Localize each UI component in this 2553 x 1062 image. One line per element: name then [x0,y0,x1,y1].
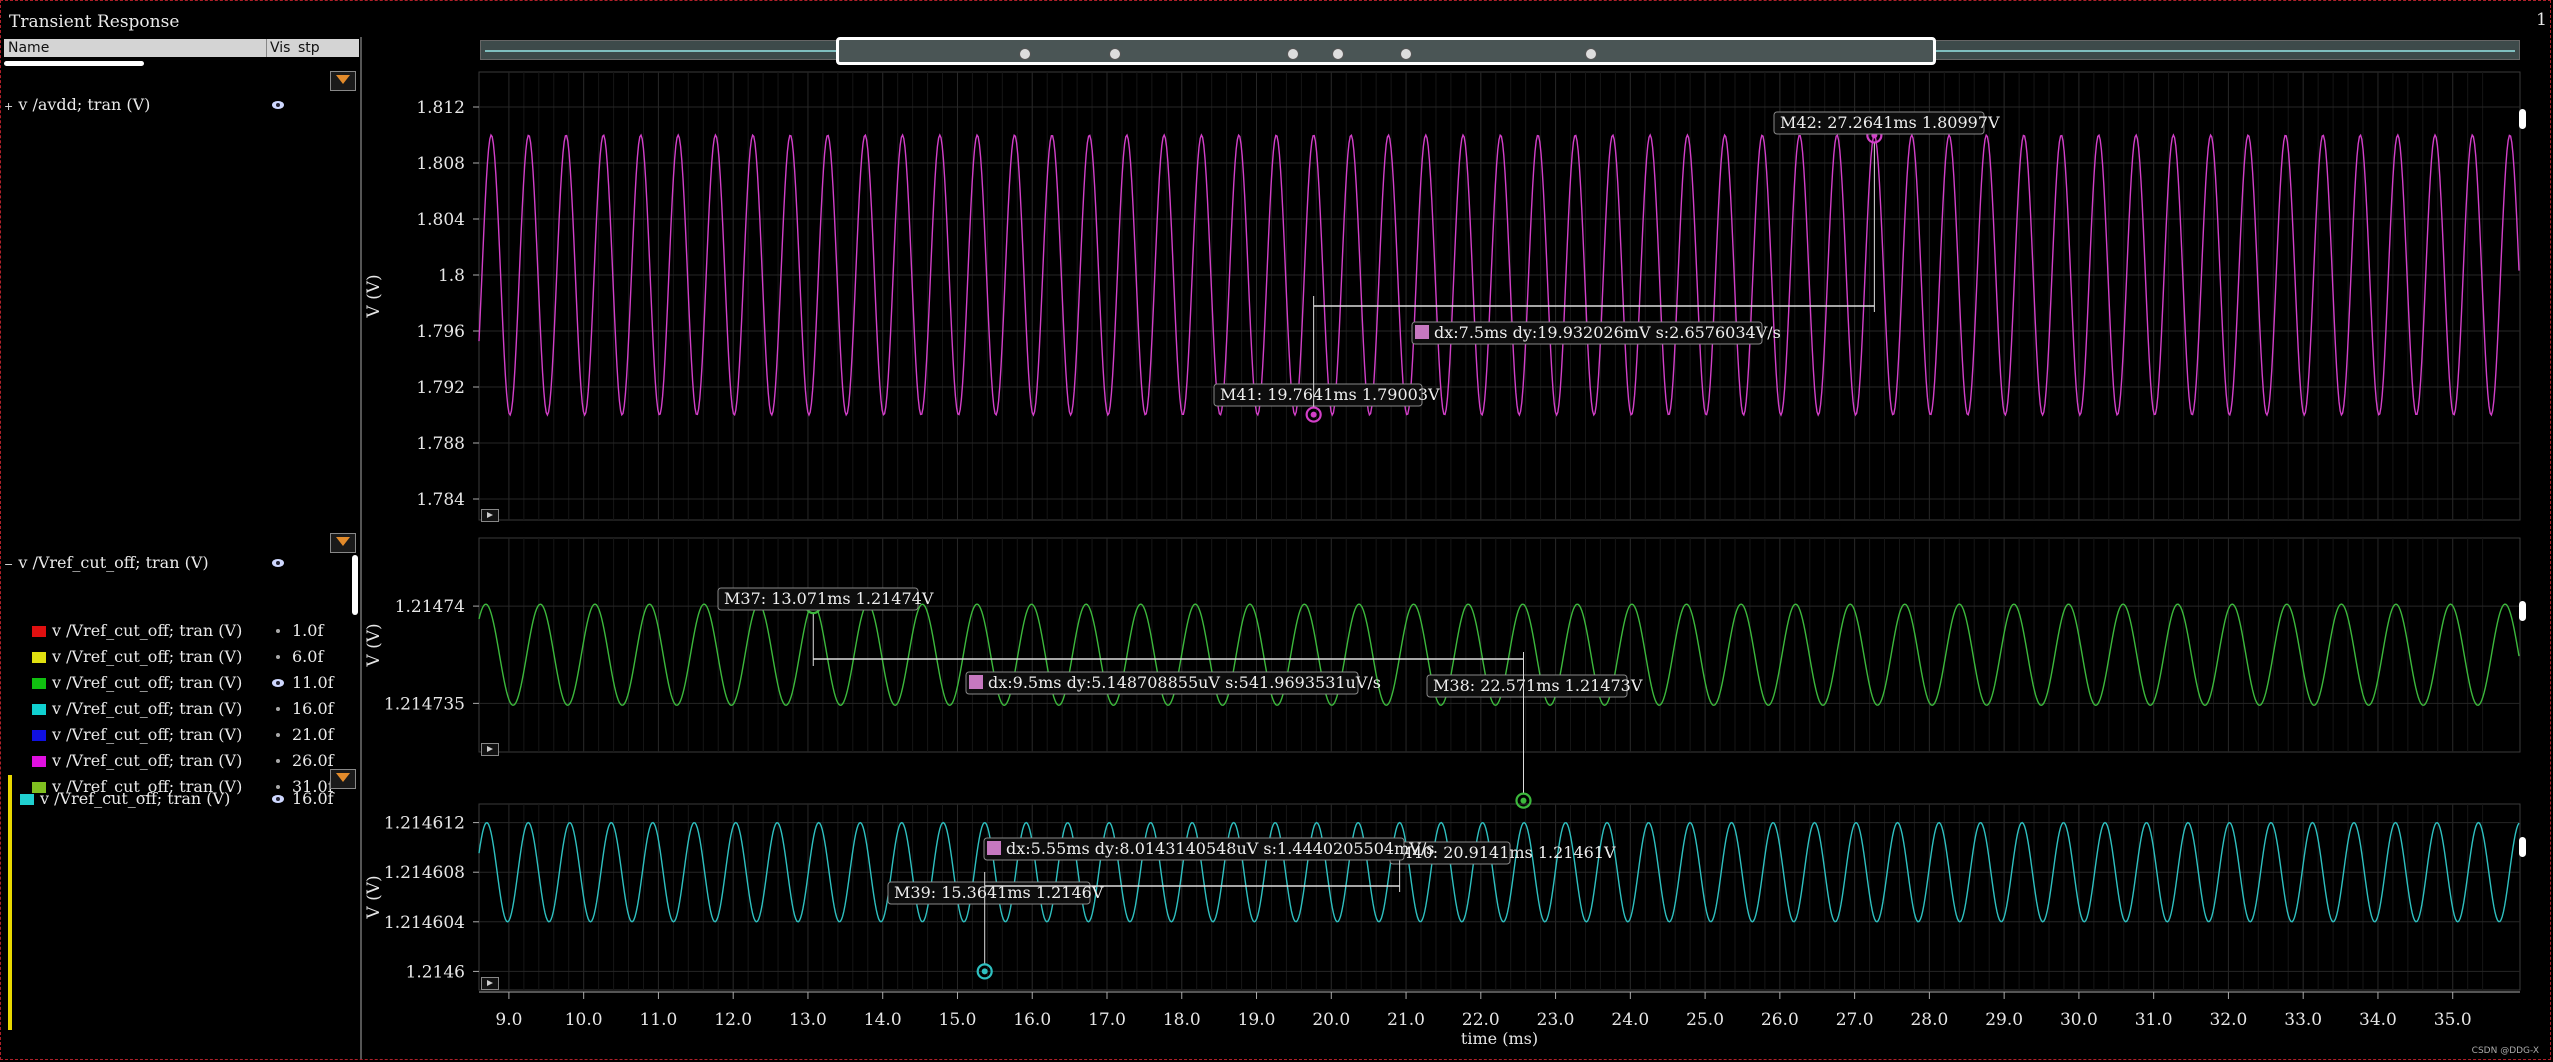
x-tick-label: 30.0 [2060,1010,2098,1030]
x-axis-label: time (ms) [1461,1029,1538,1048]
label-text: dx:9.5ms dy:5.148708855uV s:541.9693531u… [988,673,1381,692]
x-tick-label: 14.0 [864,1010,902,1030]
strip-play-icon[interactable] [481,509,499,522]
x-tick-label: 20.0 [1312,1010,1350,1030]
x-tick-label: 13.0 [789,1010,827,1030]
delta-annotation: dx:5.55ms dy:8.0143140548uV s:1.44402055… [983,837,1434,861]
y-tick-label: 1.788 [416,434,465,454]
label-text: M37: 13.071ms 1.21474V [724,589,934,608]
marker-label: M41: 19.7641ms 1.79003V [1213,383,1440,407]
y-tick-label: 1.792 [416,378,465,398]
delta-icon [1415,325,1429,339]
marker-point[interactable] [981,968,988,975]
y-tick-label: 1.812 [416,98,465,118]
y-axis-label: V (V) [364,274,384,318]
marker-label: M37: 13.071ms 1.21474V [717,587,934,611]
x-tick-label: 26.0 [1761,1010,1799,1030]
x-tick-label: 34.0 [2359,1010,2397,1030]
delta-icon [969,675,983,689]
marker-point[interactable] [1520,797,1527,804]
x-tick-label: 27.0 [1836,1010,1874,1030]
watermark-credit: CSDN @DDG-X [2471,1046,2539,1056]
y-tick-label: 1.8 [438,266,465,286]
x-tick-label: 19.0 [1238,1010,1276,1030]
x-tick-label: 11.0 [639,1010,677,1030]
marker-point[interactable] [1310,411,1317,418]
y-tick-label: 1.214612 [384,814,465,834]
x-tick-label: 33.0 [2284,1010,2322,1030]
label-text: dx:5.55ms dy:8.0143140548uV s:1.44402055… [1006,839,1434,858]
y-tick-label: 1.804 [416,210,465,230]
y-tick-label: 1.214608 [384,863,465,883]
x-tick-label: 31.0 [2135,1010,2173,1030]
label-text: M38: 22.571ms 1.21473V [1433,676,1643,695]
x-tick-label: 16.0 [1013,1010,1051,1030]
x-tick-label: 9.0 [495,1010,522,1030]
y-tick-label: 1.2146 [406,962,465,982]
y-axis-label: V (V) [364,875,384,919]
y-axis-label: V (V) [364,623,384,667]
strip-scrollbar[interactable] [2519,601,2526,621]
x-tick-label: 12.0 [714,1010,752,1030]
delta-icon [987,841,1001,855]
marker-label: M42: 27.2641ms 1.80997V [1773,111,2000,135]
y-tick-label: 1.808 [416,154,465,174]
x-tick-label: 18.0 [1163,1010,1201,1030]
x-tick-label: 17.0 [1088,1010,1126,1030]
delta-annotation: dx:7.5ms dy:19.932026mV s:2.6576034V/s [1411,321,1781,345]
waveform-plots[interactable]: 1.812 1.808 1.804 1.8 1.796 1.792 1.788 1.784 V … [0,0,2553,1062]
strip-play-icon[interactable] [481,977,499,990]
delta-annotation: dx:9.5ms dy:5.148708855uV s:541.9693531u… [965,671,1381,695]
strip-scrollbar[interactable] [2519,837,2526,857]
x-tick-label: 32.0 [2209,1010,2247,1030]
x-tick-label: 29.0 [1985,1010,2023,1030]
x-tick-label: 21.0 [1387,1010,1425,1030]
x-tick-label: 24.0 [1611,1010,1649,1030]
label-text: M41: 19.7641ms 1.79003V [1220,385,1440,404]
label-text: dx:7.5ms dy:19.932026mV s:2.6576034V/s [1434,323,1781,342]
x-tick-label: 15.0 [939,1010,977,1030]
y-tick-label: 1.214735 [384,694,465,714]
label-text: M42: 27.2641ms 1.80997V [1780,113,2000,132]
x-tick-label: 10.0 [565,1010,603,1030]
x-tick-label: 28.0 [1910,1010,1948,1030]
x-tick-label: 25.0 [1686,1010,1724,1030]
y-tick-label: 1.21474 [395,597,465,617]
x-tick-label: 23.0 [1537,1010,1575,1030]
marker-label: M38: 22.571ms 1.21473V [1426,674,1643,698]
x-tick-label: 35.0 [2434,1010,2472,1030]
x-tick-label: 22.0 [1462,1010,1500,1030]
y-tick-label: 1.214604 [384,913,465,933]
strip-play-icon[interactable] [481,743,499,756]
strip-scrollbar[interactable] [2519,109,2526,129]
y-tick-label: 1.784 [416,490,465,510]
y-tick-label: 1.796 [416,322,465,342]
